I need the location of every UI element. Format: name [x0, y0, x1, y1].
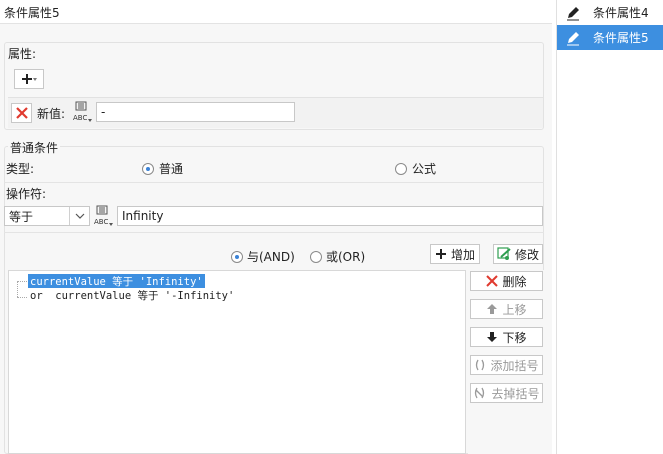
remove-attribute-button[interactable] — [11, 103, 32, 123]
plus-icon — [435, 249, 446, 259]
remove-parentheses-icon — [475, 387, 485, 399]
divider — [4, 182, 544, 183]
move-down-label: 下移 — [502, 330, 527, 345]
tree-line — [17, 281, 27, 282]
svg-text:ABC: ABC — [94, 218, 108, 226]
tree-line — [17, 281, 18, 297]
remove-bracket-label: 去掉括号 — [491, 386, 540, 401]
operand-abc-type-icon[interactable]: ABC — [93, 205, 113, 227]
type-label: 类型: — [6, 162, 35, 176]
expression-row[interactable]: or currentValue 等于 '-Infinity' — [28, 288, 236, 302]
add-bracket-button[interactable]: 添加括号 — [470, 355, 543, 375]
logic-radio-or[interactable]: 或(OR) — [310, 248, 365, 265]
logic-radio-and[interactable]: 与(AND) — [231, 248, 295, 265]
modify-condition-button[interactable]: 修改 — [493, 244, 543, 264]
new-value-input[interactable]: - — [96, 102, 295, 122]
remove-bracket-button[interactable]: 去掉括号 — [470, 383, 543, 403]
type-option-normal-label: 普通 — [159, 162, 184, 176]
operand-input[interactable]: Infinity — [117, 206, 543, 226]
expression-row-selected[interactable]: currentValue 等于 'Infinity' — [28, 274, 205, 288]
red-x-icon — [486, 275, 499, 287]
type-radio-normal[interactable]: 普通 — [142, 160, 183, 177]
pencil-icon — [567, 6, 579, 20]
condition-list-item-label: 条件属性5 — [593, 31, 649, 45]
operator-select[interactable]: 等于 — [4, 206, 90, 226]
editor-title: 条件属性5 — [0, 0, 552, 24]
arrow-up-icon — [487, 304, 498, 314]
expression-list[interactable]: currentValue 等于 'Infinity' or currentVal… — [8, 270, 466, 454]
move-up-label: 上移 — [502, 302, 527, 317]
move-down-button[interactable]: 下移 — [470, 327, 543, 347]
condition-list-item-label: 条件属性4 — [593, 6, 649, 20]
edit-green-icon — [497, 247, 511, 260]
add-condition-label: 增加 — [450, 247, 475, 262]
operator-select-value: 等于 — [9, 209, 34, 224]
type-radio-formula[interactable]: 公式 — [395, 160, 436, 177]
arrow-down-icon — [487, 332, 498, 342]
radio-selected-icon — [231, 250, 243, 263]
move-up-button[interactable]: 上移 — [470, 299, 543, 319]
attributes-label: 属性: — [8, 47, 37, 61]
radio-unselected-icon — [310, 250, 322, 263]
chevron-down-icon[interactable] — [69, 207, 89, 225]
divider — [4, 232, 544, 233]
type-option-formula-label: 公式 — [412, 162, 437, 176]
new-value-label: 新值: — [37, 107, 66, 121]
delete-button[interactable]: 删除 — [470, 271, 543, 291]
operator-label: 操作符: — [6, 187, 47, 201]
radio-unselected-icon — [395, 162, 407, 175]
add-condition-button[interactable]: 增加 — [430, 244, 480, 264]
plus-icon — [22, 74, 37, 84]
condition-list-item-selected[interactable]: 条件属性5 — [557, 25, 663, 50]
add-bracket-label: 添加括号 — [490, 358, 539, 373]
logic-and-label: 与(AND) — [247, 250, 295, 264]
normal-condition-label: 普通条件 — [8, 139, 61, 156]
condition-list-item[interactable]: 条件属性4 — [557, 0, 663, 25]
tree-line — [17, 297, 27, 298]
add-attribute-dropdown-button[interactable] — [14, 69, 44, 89]
condition-list-panel: 条件属性4 条件属性5 — [556, 0, 663, 454]
radio-selected-icon — [142, 162, 154, 175]
parentheses-icon — [476, 359, 485, 371]
modify-condition-label: 修改 — [514, 247, 539, 262]
logic-or-label: 或(OR) — [326, 250, 366, 264]
pencil-icon — [567, 31, 579, 45]
condition-editor: 条件属性5 属性: 新值: ABC - 普通条件 类型: 普通 公式 操作符: … — [0, 0, 552, 454]
delete-label: 删除 — [502, 274, 527, 289]
abc-type-icon[interactable]: ABC — [72, 101, 92, 123]
svg-text:ABC: ABC — [73, 114, 87, 122]
red-x-icon — [15, 107, 28, 119]
